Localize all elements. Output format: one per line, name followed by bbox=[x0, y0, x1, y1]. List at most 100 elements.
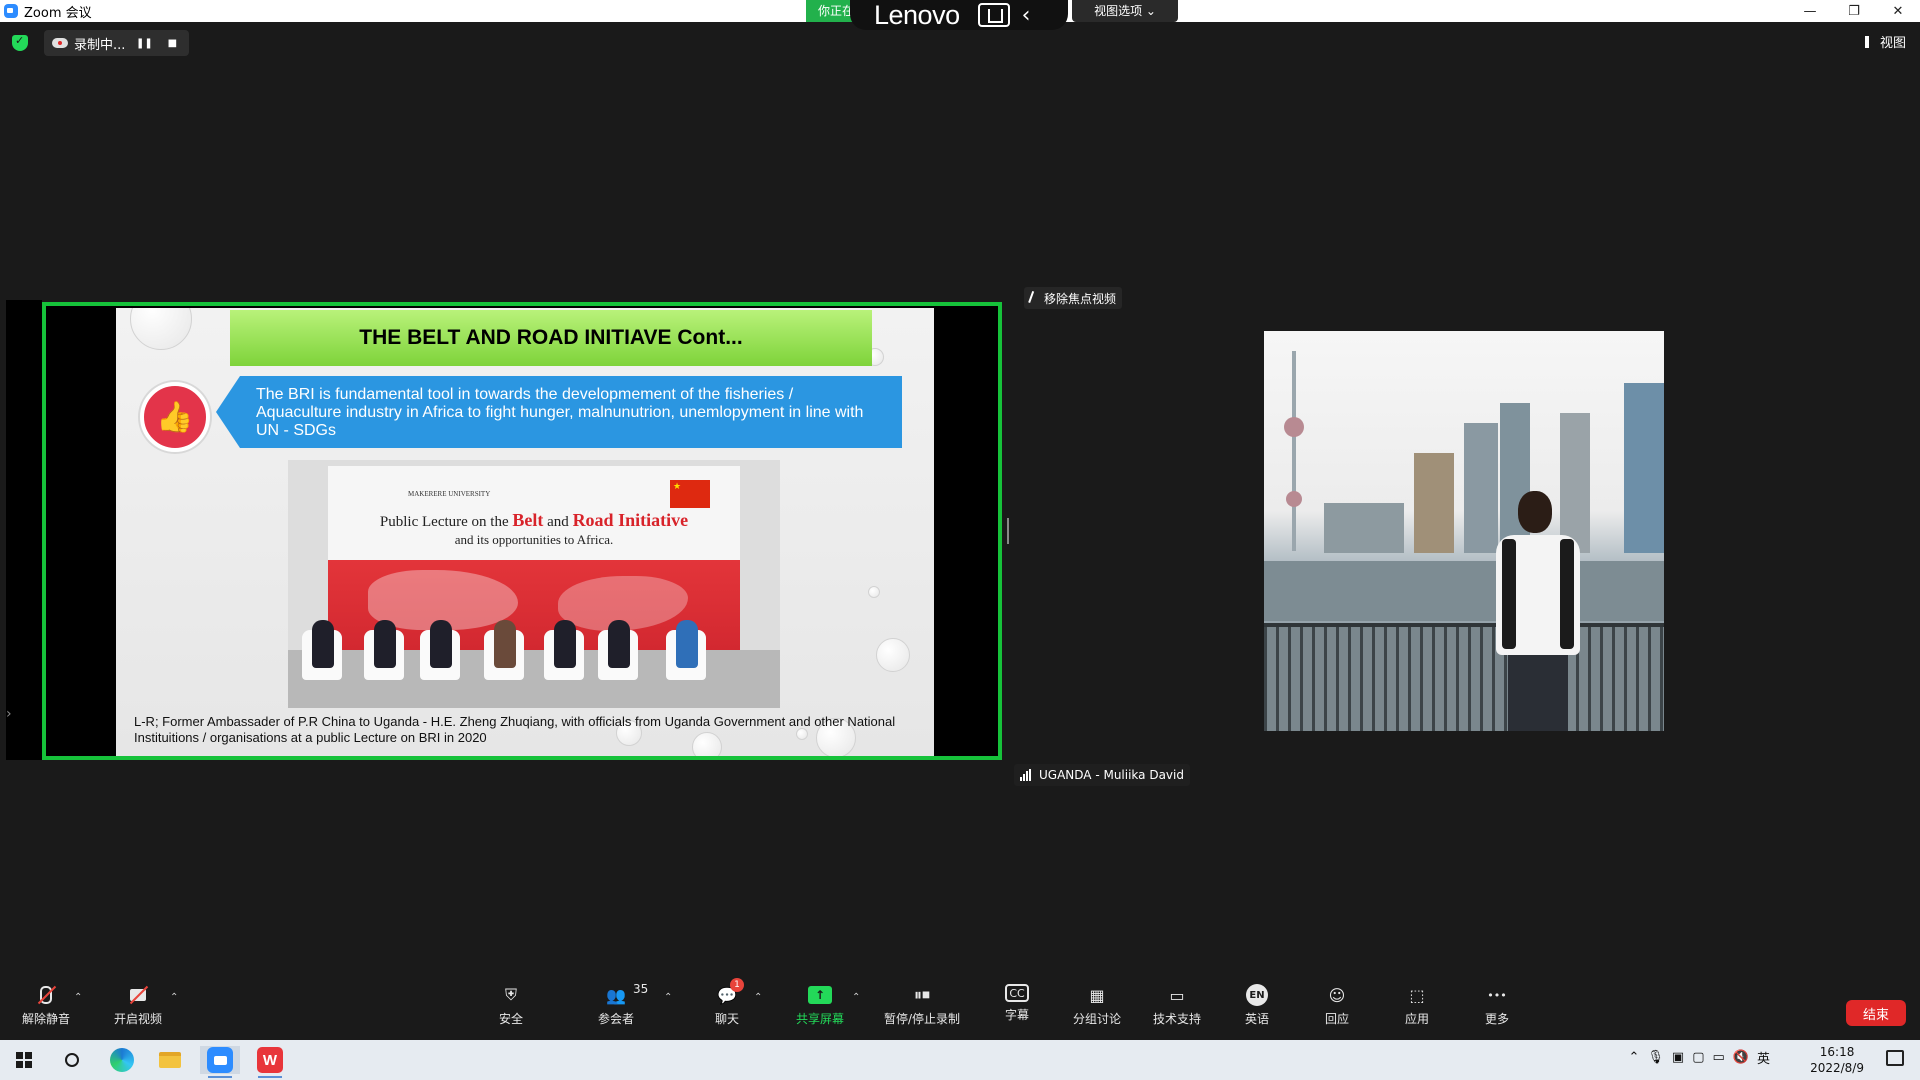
encryption-shield-icon[interactable] bbox=[12, 34, 28, 51]
start-button[interactable] bbox=[4, 1046, 44, 1074]
hub-icon[interactable] bbox=[977, 3, 1010, 27]
lecture-heading-belt: Belt bbox=[512, 510, 544, 530]
start-video-button[interactable]: 开启视频 bbox=[110, 984, 166, 1034]
record-label: 暂停/停止录制 bbox=[883, 1012, 961, 1026]
lecture-heading: Public Lecture on the Belt and Road Init… bbox=[328, 510, 740, 531]
support-label: 技术支持 bbox=[1152, 1012, 1201, 1026]
decorative-bubble bbox=[876, 638, 910, 672]
system-tray: ⌃ 🎙 ▣ ▢ ▭ 🔇 英 bbox=[1628, 1048, 1770, 1067]
emoji-icon: ☺ bbox=[1328, 985, 1346, 1005]
tech-support-button[interactable]: ▭ 技术支持 bbox=[1150, 984, 1204, 1034]
view-layout-icon bbox=[1864, 35, 1875, 48]
edge-browser-icon bbox=[110, 1048, 134, 1072]
taskbar-clock[interactable]: 16:18 2022/8/9 bbox=[1810, 1044, 1864, 1076]
security-button[interactable]: ⛨ 安全 bbox=[496, 984, 526, 1034]
zoom-icon bbox=[207, 1047, 233, 1073]
participant-name-tag: UGANDA - Muliika David bbox=[1014, 764, 1190, 786]
notification-center-icon[interactable] bbox=[1886, 1050, 1904, 1066]
expand-arrow-icon[interactable]: › bbox=[6, 706, 12, 722]
panelist bbox=[554, 620, 576, 668]
pause-recording-button[interactable]: ❚❚ bbox=[135, 34, 153, 52]
more-label: 更多 bbox=[1484, 1012, 1509, 1026]
panelist bbox=[312, 620, 334, 668]
windows-logo-icon bbox=[16, 1052, 32, 1068]
minimize-button[interactable]: — bbox=[1788, 0, 1832, 22]
window-controls: — ❐ ✕ bbox=[1788, 0, 1920, 22]
camera-off-icon bbox=[125, 984, 151, 1006]
panel-resize-handle[interactable] bbox=[1007, 518, 1009, 544]
language-button[interactable]: EN 英语 bbox=[1242, 984, 1272, 1034]
stop-recording-button[interactable]: ■ bbox=[163, 34, 181, 52]
breakout-label: 分组讨论 bbox=[1072, 1012, 1121, 1026]
building bbox=[1324, 503, 1404, 553]
china-flag-icon bbox=[670, 480, 710, 508]
share-screen-button[interactable]: ↑ 共享屏幕 bbox=[792, 984, 848, 1034]
audio-options-caret[interactable]: ⌃ bbox=[74, 992, 82, 1003]
close-button[interactable]: ✕ bbox=[1876, 0, 1920, 22]
chat-label: 聊天 bbox=[714, 1012, 739, 1026]
display-tray-icon[interactable]: ▢ bbox=[1692, 1050, 1704, 1065]
view-options-button[interactable]: 视图选项 ⌄ bbox=[1072, 0, 1178, 22]
window-title: Zoom 会议 bbox=[24, 5, 92, 21]
search-button[interactable] bbox=[52, 1046, 92, 1074]
chat-options-caret[interactable]: ⌃ bbox=[754, 992, 762, 1003]
input-method-indicator[interactable]: 英 bbox=[1757, 1048, 1770, 1067]
signal-strength-icon bbox=[1020, 769, 1034, 781]
chat-button[interactable]: 💬 1 聊天 bbox=[712, 978, 744, 1034]
tv-tower-sphere bbox=[1286, 491, 1302, 507]
microphone-tray-icon[interactable]: 🎙 bbox=[1647, 1050, 1664, 1065]
presentation-slide: THE BELT AND ROAD INITIAVE Cont... 👍 The… bbox=[116, 308, 934, 756]
lenovo-logo: Lenovo bbox=[874, 0, 960, 30]
share-options-caret[interactable]: ⌃ bbox=[852, 992, 860, 1003]
panelist bbox=[430, 620, 452, 668]
unpin-video-button[interactable]: 移除焦点视频 bbox=[1024, 287, 1123, 309]
video-options-caret[interactable]: ⌃ bbox=[170, 992, 178, 1003]
taskbar-zoom[interactable] bbox=[200, 1046, 240, 1078]
zoom-app-icon bbox=[4, 4, 18, 18]
more-button[interactable]: ••• 更多 bbox=[1482, 984, 1512, 1034]
shared-screen-frame[interactable]: THE BELT AND ROAD INITIAVE Cont... 👍 The… bbox=[42, 302, 1002, 760]
network-tray-icon[interactable]: ▭ bbox=[1713, 1050, 1725, 1065]
breakout-rooms-button[interactable]: ▦ 分组讨论 bbox=[1070, 984, 1124, 1034]
recording-label: 录制中... bbox=[74, 37, 126, 53]
chat-bubble-icon: 💬 1 bbox=[714, 978, 744, 1006]
pause-stop-recording-button[interactable]: ⏸⏹ 暂停/停止录制 bbox=[880, 984, 964, 1034]
show-hidden-icons-caret[interactable]: ⌃ bbox=[1628, 1050, 1639, 1065]
reactions-button[interactable]: ☺ 回应 bbox=[1322, 984, 1352, 1034]
pin-icon bbox=[1028, 290, 1040, 306]
participants-button[interactable]: 👥 35 参会者 bbox=[594, 982, 649, 1034]
captions-label: 字幕 bbox=[1004, 1008, 1029, 1022]
cloud-recording-icon bbox=[52, 38, 68, 48]
participants-options-caret[interactable]: ⌃ bbox=[664, 992, 672, 1003]
lecture-heading-road: Road Initiative bbox=[572, 510, 689, 530]
chevron-left-icon[interactable]: ‹ bbox=[1022, 3, 1031, 28]
maximize-button[interactable]: ❐ bbox=[1832, 0, 1876, 22]
panelist bbox=[608, 620, 630, 668]
participant-video[interactable] bbox=[1264, 331, 1664, 731]
taskbar-edge[interactable] bbox=[102, 1046, 142, 1074]
clock-time: 16:18 bbox=[1819, 1045, 1855, 1059]
device-tray-icon[interactable]: ▣ bbox=[1672, 1050, 1684, 1065]
stage-floor bbox=[288, 650, 780, 708]
participants-icon: 👥 35 bbox=[606, 982, 649, 1005]
participants-label: 参会者 bbox=[597, 1012, 634, 1026]
building bbox=[1624, 383, 1664, 553]
person-legs bbox=[1508, 655, 1568, 731]
apps-label: 应用 bbox=[1404, 1012, 1429, 1026]
meeting-toolbar: 解除静音 ⌃ 开启视频 ⌃ ⛨ 安全 👥 35 参会者 ⌃ 💬 1 聊天 ⌃ ↑ 共… bbox=[0, 978, 1920, 1040]
river bbox=[1264, 561, 1664, 621]
thumbs-up-icon: 👍 bbox=[140, 382, 210, 452]
apps-button[interactable]: ⬚ 应用 bbox=[1402, 984, 1432, 1034]
unmute-button[interactable]: 解除静音 bbox=[20, 984, 72, 1034]
taskbar-wps[interactable]: W bbox=[250, 1046, 290, 1078]
volume-muted-icon[interactable]: 🔇 bbox=[1733, 1050, 1749, 1065]
view-button-label: 视图 bbox=[1879, 36, 1906, 51]
person-head bbox=[1518, 491, 1552, 533]
railing bbox=[1264, 627, 1664, 731]
participants-count: 35 bbox=[633, 982, 649, 996]
end-meeting-button[interactable]: 结束 bbox=[1846, 1000, 1906, 1026]
lecture-heading-prefix: Public Lecture on the bbox=[379, 514, 513, 530]
taskbar-file-explorer[interactable] bbox=[150, 1046, 190, 1074]
captions-button[interactable]: CC 字幕 bbox=[1002, 984, 1032, 1034]
view-button[interactable]: 视图 bbox=[1864, 32, 1906, 51]
